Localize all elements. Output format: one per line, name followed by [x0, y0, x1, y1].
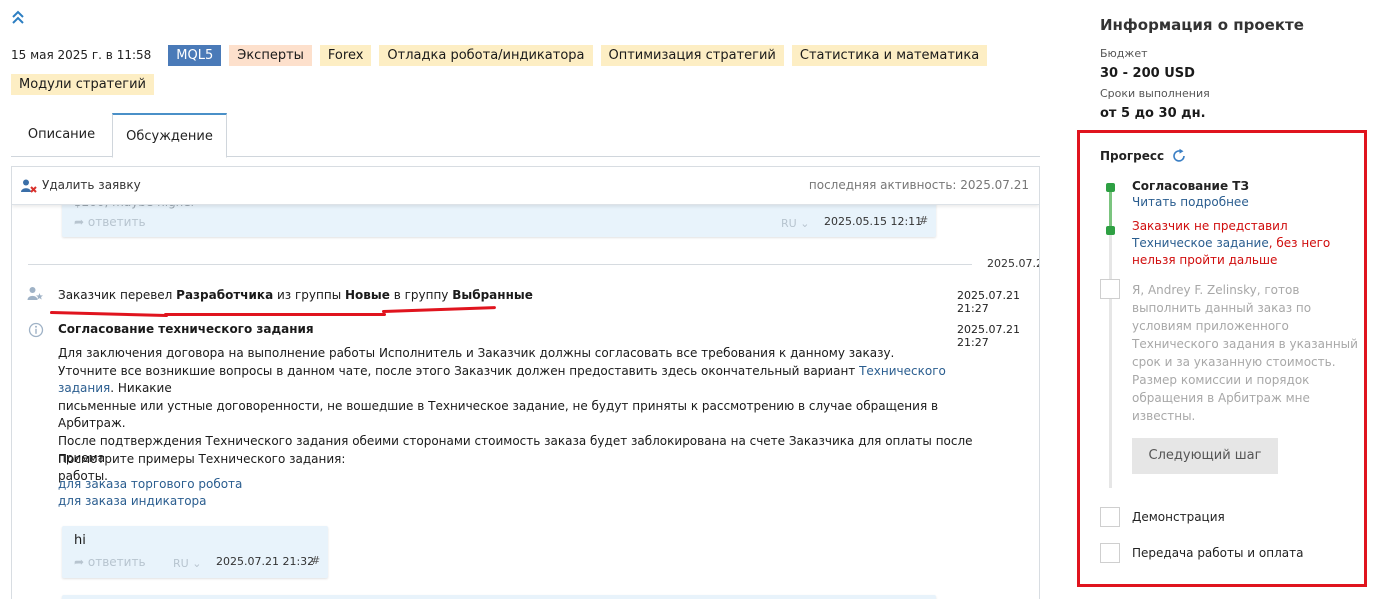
step-spec-agreement-title: Согласование ТЗ [1132, 179, 1249, 193]
delete-user-icon[interactable] [20, 178, 38, 194]
step-payment-label: Передача работы и оплата [1132, 546, 1304, 560]
developer-role: Разработчика [176, 288, 274, 302]
spec-warning-link[interactable]: Техническое задание [1132, 236, 1269, 250]
project-sidebar: Информация о проекте Бюджет 30 - 200 USD… [1076, 0, 1376, 599]
spec-missing-warning: Заказчик не представил Техническое задан… [1132, 219, 1331, 267]
tab-bar: Описание Обсуждение [11, 113, 1040, 158]
date-separator-line [28, 264, 972, 265]
message-text: hi [74, 533, 86, 548]
read-more-link[interactable]: Читать подробнее [1132, 195, 1249, 209]
next-step-button[interactable]: Следующий шаг [1132, 438, 1278, 474]
discussion-panel: Удалить заявку последняя активность: 202… [11, 166, 1040, 599]
annotation-underline [381, 306, 496, 313]
message-time: 2025.07.21 21:32 [216, 555, 315, 568]
event-time: 2025.07.21 21:27 [957, 289, 1020, 315]
language-selector[interactable]: RU ⌄ [173, 557, 201, 570]
agreement-text: Я, Andrey F. Zelinsky, готов выполнить д… [1132, 283, 1358, 423]
message-time: 2025.05.15 12:11 [824, 215, 923, 228]
group-to: Выбранные [452, 288, 533, 302]
tag-experts[interactable]: Эксперты [229, 44, 312, 66]
info-icon [28, 322, 44, 338]
message-bubble-hi: hi ➦ ответить RU ⌄ 2025.07.21 21:32 # [62, 526, 328, 578]
progress-panel: Прогресс Согласование ТЗ Читать подробне… [1077, 130, 1367, 587]
annotation-underline [164, 313, 386, 316]
refresh-icon[interactable] [1171, 148, 1187, 164]
step-current-marker [1106, 226, 1115, 235]
group-from: Новые [345, 288, 390, 302]
tag-debugging[interactable]: Отладка робота/индикатора [379, 44, 593, 66]
tag-optimization[interactable]: Оптимизация стратегий [600, 44, 784, 66]
step-demo-checkbox [1100, 507, 1120, 527]
last-activity: последняя активность: 2025.07.21 [808, 178, 1029, 192]
order-date: 15 мая 2025 г. в 11:58 [11, 48, 152, 62]
event-spec-title: Согласование технического задания [58, 322, 314, 336]
main-column: 15 мая 2025 г. в 11:58 MQL5 Эксперты For… [0, 0, 1070, 599]
message-permalink[interactable]: # [311, 554, 320, 567]
budget-label: Бюджет [1100, 47, 1148, 60]
tag-forex[interactable]: Forex [319, 44, 372, 66]
tag-strategy-modules[interactable]: Модули стратегий [11, 74, 154, 95]
example-link-robot[interactable]: для заказа торгового робота [58, 477, 242, 491]
discussion-toolbar: Удалить заявку последняя активность: 202… [12, 167, 1039, 205]
message-feed: $200, maybe higher ➦ ответить RU ⌄ 2025.… [12, 185, 1039, 599]
budget-value: 30 - 200 USD [1100, 66, 1195, 81]
message-bubble-next [62, 595, 936, 599]
date-separator: 2025.07.21 [987, 257, 1039, 270]
agree-checkbox[interactable] [1100, 279, 1120, 299]
step-payment-checkbox [1100, 543, 1120, 563]
tag-statistics[interactable]: Статистика и математика [791, 44, 988, 66]
progress-title: Прогресс [1100, 149, 1165, 163]
reply-link[interactable]: ➦ ответить [74, 215, 146, 229]
annotation-underline [49, 311, 168, 318]
tab-description[interactable]: Описание [11, 113, 112, 157]
examples-label: Посмотрите примеры Технического задания: [58, 452, 346, 466]
chevron-down-icon: ⌄ [188, 557, 202, 570]
reply-link[interactable]: ➦ ответить [74, 555, 146, 569]
term-label: Сроки выполнения [1100, 87, 1210, 100]
user-star-icon [27, 286, 43, 302]
chevron-down-icon: ⌄ [796, 217, 810, 230]
collapse-up-icon[interactable] [10, 8, 26, 26]
project-info-title: Информация о проекте [1100, 16, 1304, 34]
term-value: от 5 до 30 дн. [1100, 106, 1206, 121]
tab-discussion[interactable]: Обсуждение [112, 113, 227, 158]
step-demo-label: Демонстрация [1132, 510, 1225, 524]
reply-arrow-icon: ➦ [74, 555, 88, 569]
order-meta: 15 мая 2025 г. в 11:58 MQL5 Эксперты For… [11, 44, 1051, 95]
language-selector[interactable]: RU ⌄ [781, 217, 809, 230]
reply-arrow-icon: ➦ [74, 215, 88, 229]
step-start-marker [1106, 183, 1115, 192]
message-permalink[interactable]: # [919, 214, 928, 227]
tag-mql5[interactable]: MQL5 [168, 44, 222, 66]
event-group-change: Заказчик перевел Разработчика из группы … [58, 288, 533, 302]
example-link-indicator[interactable]: для заказа индикатора [58, 494, 207, 508]
delete-application-link[interactable]: Удалить заявку [42, 178, 141, 192]
